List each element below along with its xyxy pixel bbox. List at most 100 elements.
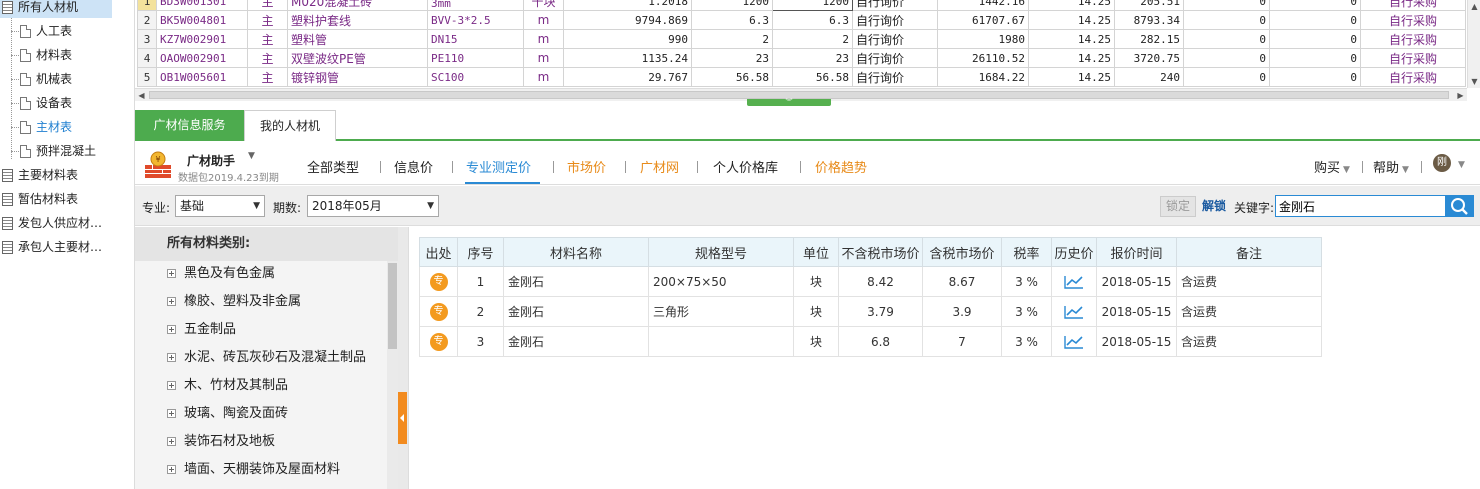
col-tax-rate[interactable]: 税率 bbox=[1001, 237, 1052, 267]
nav-personal-library[interactable]: 个人价格库 bbox=[713, 157, 778, 176]
cell-name[interactable]: 双壁波纹PE管 bbox=[287, 48, 428, 68]
scroll-thumb[interactable] bbox=[388, 263, 397, 349]
cell-price[interactable]: 56.58 bbox=[691, 67, 773, 87]
cell-name[interactable]: M020混凝土砖 bbox=[287, 0, 428, 11]
scroll-left-icon[interactable]: ◀ bbox=[135, 89, 148, 102]
grid-row[interactable]: 5 OB1W005601 主 镀锌钢管 SC100 m 29.767 56.58… bbox=[137, 67, 1466, 87]
cell-price-edit[interactable]: 6.3 bbox=[772, 10, 853, 30]
tree-item-provisional[interactable]: 暂估材料表 bbox=[2, 188, 78, 210]
grid-row[interactable]: 3 KZ7W002901 主 塑料管 DN15 m 990 2 2 自行询价 1… bbox=[137, 29, 1466, 49]
cell-supply[interactable]: 自行采购 bbox=[1360, 29, 1466, 49]
cell-unit[interactable]: 千块 bbox=[523, 0, 564, 11]
cell-supply[interactable]: 自行采购 bbox=[1360, 67, 1466, 87]
cell-unit[interactable]: m bbox=[523, 48, 564, 68]
scroll-up-icon[interactable]: ▲ bbox=[1468, 0, 1480, 13]
cell-supply[interactable]: 自行采购 bbox=[1360, 48, 1466, 68]
cell-type[interactable]: 主 bbox=[247, 29, 288, 49]
cell-value[interactable]: 0 bbox=[1269, 67, 1361, 87]
keyword-input[interactable] bbox=[1275, 195, 1446, 217]
specialty-select[interactable]: 基础 ▼ bbox=[175, 195, 265, 217]
trend-chart-icon[interactable] bbox=[1064, 305, 1084, 319]
cell-price[interactable]: 23 bbox=[691, 48, 773, 68]
expand-icon[interactable] bbox=[167, 325, 176, 334]
col-unit[interactable]: 单位 bbox=[793, 237, 839, 267]
avatar[interactable]: 刚 bbox=[1433, 154, 1451, 172]
cell-code[interactable]: BK5W004801 bbox=[156, 10, 248, 30]
cell-pricing[interactable]: 自行询价 bbox=[852, 67, 938, 87]
category-item[interactable]: 木、竹材及其制品 bbox=[135, 372, 387, 400]
grid-row[interactable]: 1 BD3W001301 主 M020混凝土砖 3mm 千块 1.2018 12… bbox=[137, 0, 1466, 11]
tree-item-material[interactable]: 材料表 bbox=[20, 44, 72, 66]
cell-amount[interactable]: 1684.22 bbox=[937, 67, 1029, 87]
cell-value[interactable]: 0 bbox=[1269, 0, 1361, 11]
unlock-button[interactable]: 解锁 bbox=[1197, 196, 1231, 217]
cell-price-edit[interactable]: 1200 bbox=[772, 0, 853, 11]
cell-value[interactable]: 0 bbox=[1269, 29, 1361, 49]
cell-qty[interactable]: 1135.24 bbox=[563, 48, 692, 68]
cell-value[interactable]: 0 bbox=[1183, 48, 1270, 68]
cell-spec[interactable]: PE110 bbox=[427, 48, 524, 68]
cell-qty[interactable]: 990 bbox=[563, 29, 692, 49]
cell-amount[interactable]: 1980 bbox=[937, 29, 1029, 49]
tree-item-labor[interactable]: 人工表 bbox=[20, 20, 72, 42]
cell-tax[interactable]: 240 bbox=[1114, 67, 1184, 87]
table-row[interactable]: 专 1 金刚石 200×75×50 块 8.42 8.67 3 % 2018-0… bbox=[419, 266, 1322, 297]
cell-rate[interactable]: 14.25 bbox=[1028, 10, 1115, 30]
cell-value[interactable]: 0 bbox=[1183, 10, 1270, 30]
cell-amount[interactable]: 61707.67 bbox=[937, 10, 1029, 30]
col-source[interactable]: 出处 bbox=[419, 237, 458, 267]
assistant-title[interactable]: 广材助手 bbox=[187, 152, 235, 169]
source-badge[interactable]: 专 bbox=[429, 332, 448, 351]
cell-value[interactable]: 0 bbox=[1183, 0, 1270, 11]
cell-type[interactable]: 主 bbox=[247, 0, 288, 11]
col-history[interactable]: 历史价 bbox=[1051, 237, 1097, 267]
tree-item-main-material[interactable]: 主材表 bbox=[20, 116, 72, 138]
cell-qty[interactable]: 1.2018 bbox=[563, 0, 692, 11]
col-index[interactable]: 序号 bbox=[457, 237, 504, 267]
cell-code[interactable]: OB1W005601 bbox=[156, 67, 248, 87]
category-item[interactable]: 五金制品 bbox=[135, 316, 387, 344]
cell-unit[interactable]: m bbox=[523, 29, 564, 49]
category-item[interactable]: 橡胶、塑料及非金属 bbox=[135, 288, 387, 316]
cell-name[interactable]: 塑料管 bbox=[287, 29, 428, 49]
nav-price-trend[interactable]: 价格趋势 bbox=[815, 157, 867, 176]
cell-name[interactable]: 塑料护套线 bbox=[287, 10, 428, 30]
cell-price-edit[interactable]: 2 bbox=[772, 29, 853, 49]
cell-qty[interactable]: 9794.869 bbox=[563, 10, 692, 30]
buy-menu[interactable]: 购买 ▼ bbox=[1314, 157, 1350, 176]
cell-amount[interactable]: 26110.52 bbox=[937, 48, 1029, 68]
nav-all-types[interactable]: 全部类型 bbox=[307, 157, 359, 176]
category-item[interactable]: 装饰石材及地板 bbox=[135, 428, 387, 456]
cell-rate[interactable]: 14.25 bbox=[1028, 67, 1115, 87]
cell-price[interactable]: 2 bbox=[691, 29, 773, 49]
expand-icon[interactable] bbox=[167, 381, 176, 390]
tree-item-machine[interactable]: 机械表 bbox=[20, 68, 72, 90]
tab-info-service[interactable]: 广材信息服务 bbox=[135, 110, 244, 141]
cell-value[interactable]: 0 bbox=[1183, 67, 1270, 87]
source-badge[interactable]: 专 bbox=[429, 302, 448, 321]
panel-splitter-handle[interactable]: ︾ bbox=[747, 99, 831, 106]
cell-pricing[interactable]: 自行询价 bbox=[852, 10, 938, 30]
cell-spec[interactable]: BVV-3*2.5 bbox=[427, 10, 524, 30]
cell-amount[interactable]: 1442.16 bbox=[937, 0, 1029, 11]
tree-item-key-materials[interactable]: 主要材料表 bbox=[2, 164, 78, 186]
cell-tax[interactable]: 8793.34 bbox=[1114, 10, 1184, 30]
period-select[interactable]: 2018年05月 ▼ bbox=[307, 195, 439, 217]
trend-chart-icon[interactable] bbox=[1064, 275, 1084, 289]
category-item[interactable]: 黑色及有色金属 bbox=[135, 260, 387, 288]
search-button[interactable] bbox=[1445, 195, 1474, 217]
cell-tax[interactable]: 282.15 bbox=[1114, 29, 1184, 49]
tree-item-concrete[interactable]: 预拌混凝土 bbox=[20, 140, 96, 162]
grid-row[interactable]: 2 BK5W004801 主 塑料护套线 BVV-3*2.5 m 9794.86… bbox=[137, 10, 1466, 30]
col-name[interactable]: 材料名称 bbox=[503, 237, 649, 267]
help-menu[interactable]: 帮助 ▼ bbox=[1373, 157, 1409, 176]
category-item[interactable]: 玻璃、陶瓷及面砖 bbox=[135, 400, 387, 428]
cell-price-edit[interactable]: 56.58 bbox=[772, 67, 853, 87]
tab-my-materials[interactable]: 我的人材机 bbox=[244, 110, 336, 141]
grid-row[interactable]: 4 OAOW002901 主 双壁波纹PE管 PE110 m 1135.24 2… bbox=[137, 48, 1466, 68]
cell-supply[interactable]: 自行采购 bbox=[1360, 0, 1466, 11]
vertical-scrollbar[interactable]: ▲ ▼ bbox=[1467, 0, 1480, 88]
tree-item-all[interactable]: 所有人材机 bbox=[0, 0, 112, 18]
cell-tax[interactable]: 3720.75 bbox=[1114, 48, 1184, 68]
cell-name[interactable]: 镀锌钢管 bbox=[287, 67, 428, 87]
